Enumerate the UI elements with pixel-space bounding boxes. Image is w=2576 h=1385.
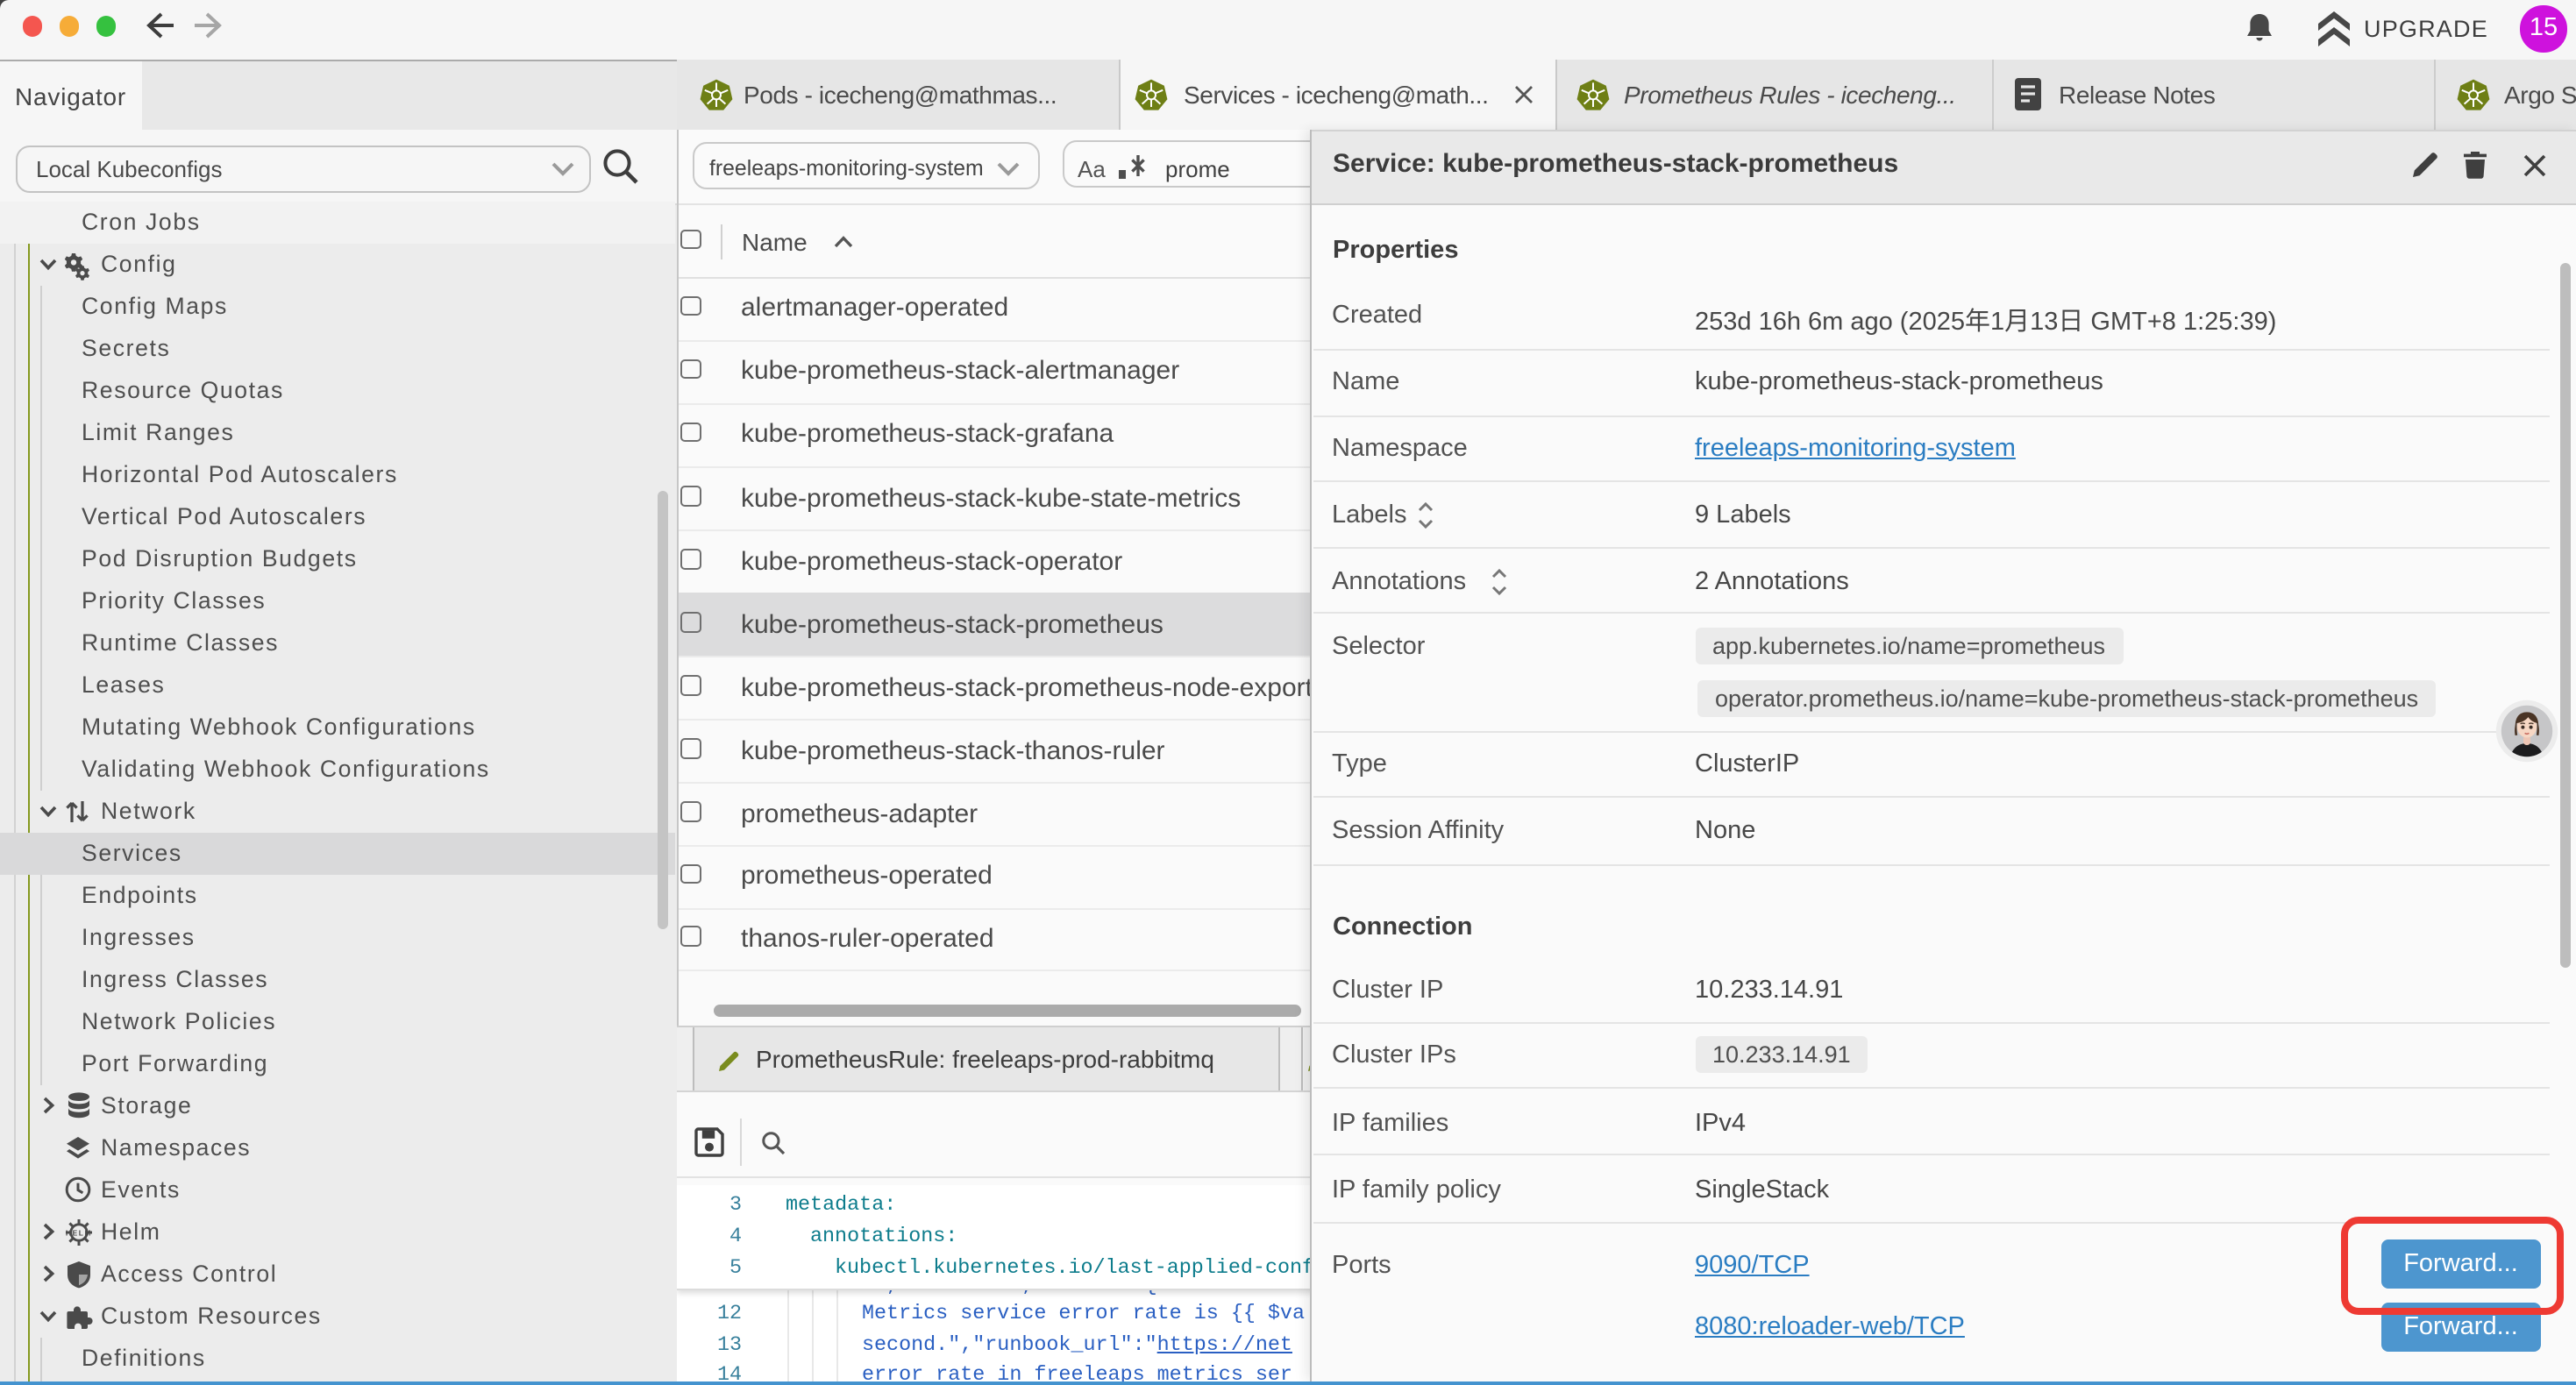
svg-text:HELM: HELM (65, 1227, 91, 1236)
